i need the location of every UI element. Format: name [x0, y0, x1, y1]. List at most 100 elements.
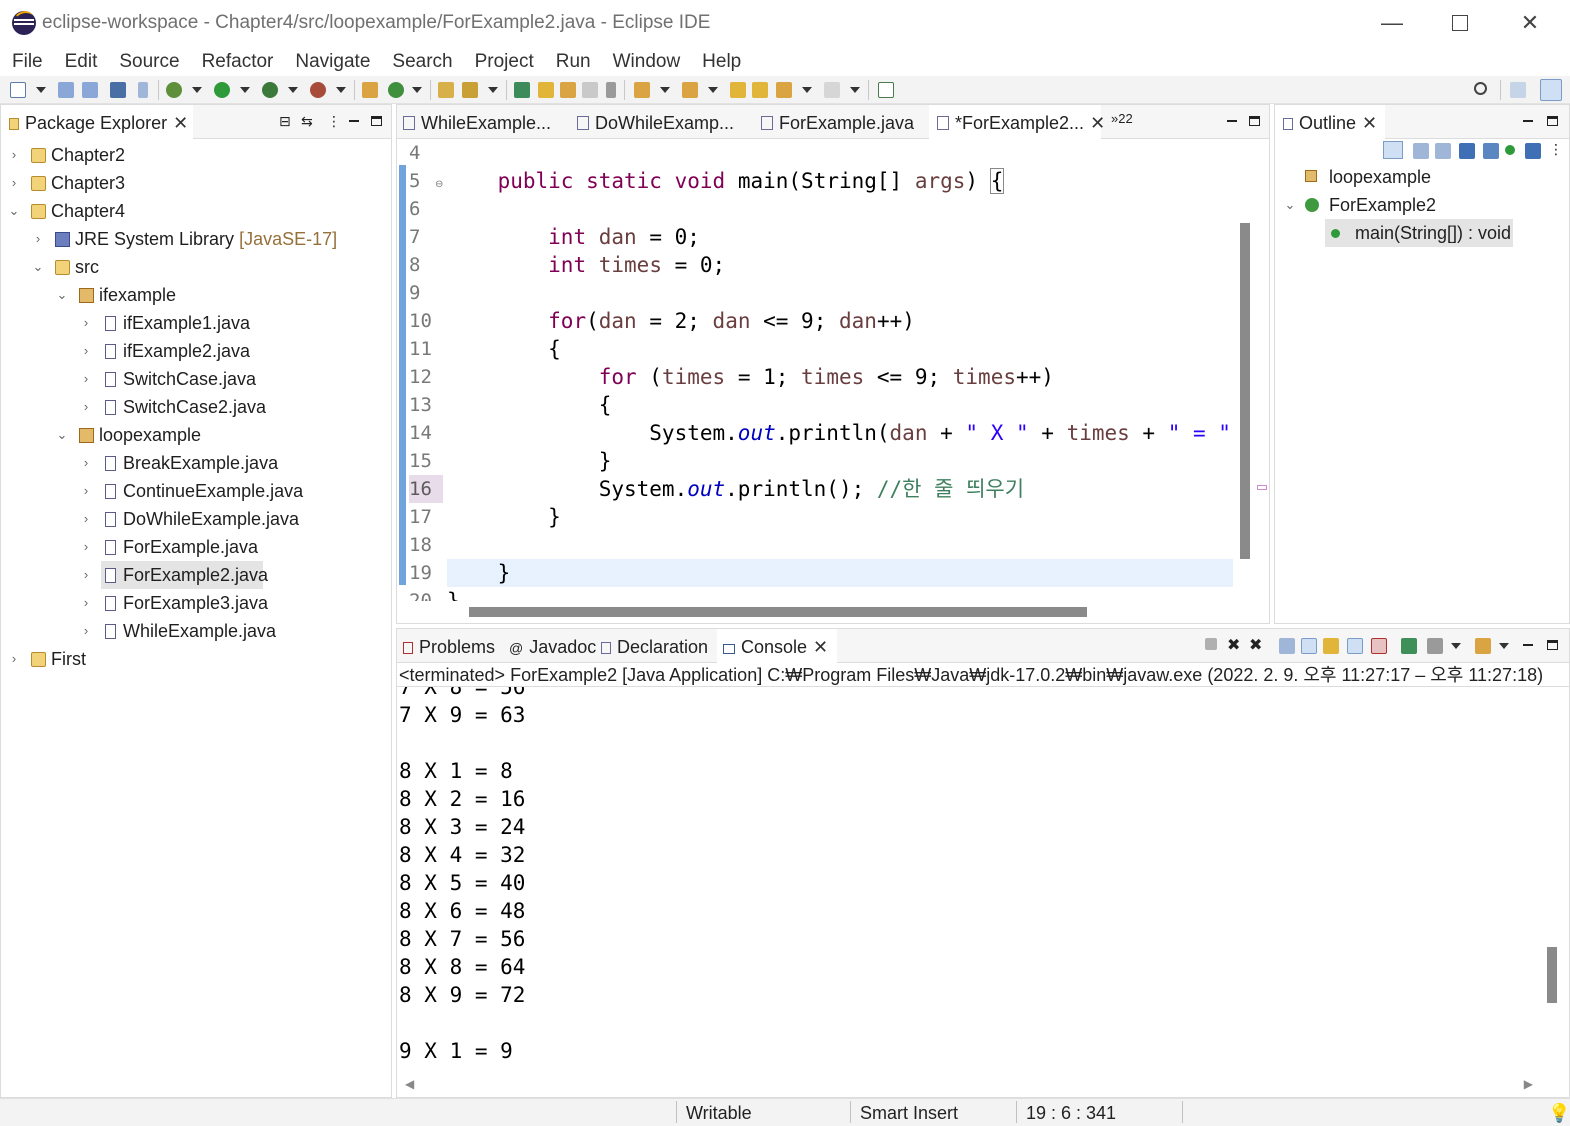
horizontal-scrollbar-thumb[interactable]	[469, 607, 1087, 617]
forward-edit-icon[interactable]	[752, 82, 768, 98]
tree-item-loopexample[interactable]: ⌄ loopexample	[1, 421, 391, 449]
new-java-package-icon[interactable]	[362, 82, 378, 98]
scroll-right-icon[interactable]: ▶	[1524, 1077, 1533, 1091]
tree-item-chapter4[interactable]: ⌄ Chapter4	[1, 197, 391, 225]
new-dropdown-icon[interactable]	[36, 87, 46, 93]
expand-icon[interactable]: ›	[31, 225, 45, 253]
expand-icon[interactable]: ›	[7, 645, 21, 673]
tree-item-chapter2[interactable]: › Chapter2	[1, 141, 391, 169]
tree-item-jre-library[interactable]: › JRE System Library [JavaSE-17]	[1, 225, 391, 253]
external-tools-dropdown-icon[interactable]	[336, 87, 346, 93]
debug-icon[interactable]	[166, 82, 182, 98]
outline-item-method[interactable]: main(String[]) : void	[1275, 219, 1569, 247]
annotation-icon[interactable]	[514, 82, 530, 98]
code-editor[interactable]: 4 5 6 7 8 9 10 11 12 13 14 15 16 17 18 1…	[397, 139, 1269, 623]
tab-dowhile-example[interactable]: DoWhileExamp...	[577, 105, 734, 139]
mark-occurrences-icon[interactable]	[538, 82, 554, 98]
tab-problems[interactable]: Problems	[403, 629, 495, 663]
expand-icon[interactable]: ›	[7, 169, 21, 197]
menu-run[interactable]: Run	[545, 48, 602, 76]
display-console-dropdown-icon[interactable]	[1451, 643, 1461, 649]
run-dropdown-icon[interactable]	[240, 87, 250, 93]
pin-console-icon[interactable]	[1401, 638, 1417, 654]
tab-overflow-button[interactable]: »22	[1111, 105, 1133, 139]
remove-launch-icon[interactable]: ✖	[1227, 635, 1240, 655]
tree-item-file-selected[interactable]: › ForExample2.java	[1, 561, 391, 589]
maximize-view-button[interactable]	[1547, 113, 1558, 129]
tab-package-explorer[interactable]: Package Explorer ✕	[1, 105, 193, 139]
sort-members-icon[interactable]	[1435, 143, 1451, 159]
run-icon[interactable]	[214, 82, 230, 98]
vertical-scrollbar[interactable]	[1237, 139, 1253, 599]
close-button[interactable]: ✕	[1515, 8, 1545, 38]
open-console-dropdown-icon[interactable]	[1499, 643, 1509, 649]
menu-file[interactable]: File	[0, 48, 54, 76]
tab-outline[interactable]: Outline ✕	[1275, 105, 1385, 139]
minimize-view-button[interactable]	[1523, 637, 1533, 653]
tab-javadoc[interactable]: @ Javadoc	[509, 629, 596, 663]
back-dropdown-icon[interactable]	[802, 87, 812, 93]
menu-help[interactable]: Help	[691, 48, 752, 76]
minimize-button[interactable]: —	[1377, 8, 1407, 38]
expand-icon[interactable]: ›	[79, 393, 93, 421]
tree-item-src[interactable]: ⌄ src	[1, 253, 391, 281]
next-annotation-icon[interactable]	[634, 82, 650, 98]
clear-console-icon[interactable]	[1279, 638, 1295, 654]
next-annotation-dropdown-icon[interactable]	[660, 87, 670, 93]
menu-window[interactable]: Window	[602, 48, 692, 76]
show-whitespace-icon[interactable]	[606, 82, 616, 98]
tree-item-file[interactable]: › ForExample3.java	[1, 589, 391, 617]
tree-item-file[interactable]: › DoWhileExample.java	[1, 505, 391, 533]
expand-icon[interactable]: ›	[79, 533, 93, 561]
expand-icon[interactable]: ›	[79, 561, 93, 589]
pin-editor-icon[interactable]	[878, 82, 894, 98]
tree-item-file[interactable]: › SwitchCase.java	[1, 365, 391, 393]
search-icon[interactable]	[1474, 82, 1487, 95]
word-wrap-icon[interactable]	[560, 82, 576, 98]
tab-console[interactable]: Console ✕	[717, 629, 837, 663]
show-stdout-icon[interactable]	[1347, 638, 1363, 654]
minimize-view-button[interactable]	[1227, 113, 1237, 129]
back-icon[interactable]	[776, 82, 792, 98]
show-stderr-icon[interactable]	[1371, 638, 1387, 654]
collapse-all-icon[interactable]: ⊟	[279, 113, 291, 130]
terminal-icon[interactable]	[110, 82, 126, 98]
outline-item-package[interactable]: loopexample	[1275, 163, 1569, 191]
tree-item-file[interactable]: › BreakExample.java	[1, 449, 391, 477]
minimize-view-button[interactable]	[349, 113, 359, 129]
console-scrollbar-thumb[interactable]	[1547, 947, 1557, 1003]
skip-breakpoints-icon[interactable]	[138, 82, 148, 98]
close-tab-icon[interactable]: ✕	[1090, 113, 1105, 133]
new-class-dropdown-icon[interactable]	[412, 87, 422, 93]
tab-while-example[interactable]: WhileExample...	[403, 105, 551, 139]
open-perspective-icon[interactable]	[1510, 82, 1526, 98]
hide-fields-icon[interactable]	[1459, 143, 1475, 159]
display-console-icon[interactable]	[1427, 638, 1443, 654]
task-dropdown-icon[interactable]	[488, 87, 498, 93]
outline-item-class[interactable]: ⌄ ForExample2	[1275, 191, 1569, 219]
save-all-icon[interactable]	[82, 82, 98, 98]
tip-lightbulb-icon[interactable]: 💡	[1548, 1101, 1570, 1125]
link-with-editor-icon[interactable]: ⇆	[301, 113, 313, 130]
menu-project[interactable]: Project	[464, 48, 545, 76]
tree-item-file[interactable]: › ifExample2.java	[1, 337, 391, 365]
console-output[interactable]: 7 X 8 = 56 7 X 9 = 63 8 X 1 = 8 8 X 2 = …	[399, 687, 1539, 1073]
collapse-icon[interactable]: ⌄	[1283, 191, 1297, 219]
previous-annotation-icon[interactable]	[682, 82, 698, 98]
tree-item-file[interactable]: › ForExample.java	[1, 533, 391, 561]
overview-ruler-marker[interactable]	[1257, 485, 1267, 490]
debug-dropdown-icon[interactable]	[192, 87, 202, 93]
tree-item-chapter3[interactable]: › Chapter3	[1, 169, 391, 197]
coverage-dropdown-icon[interactable]	[288, 87, 298, 93]
maximize-button[interactable]	[1445, 8, 1475, 38]
collapse-icon[interactable]: ⌄	[7, 197, 21, 225]
maximize-view-button[interactable]	[1547, 637, 1558, 653]
menu-refactor[interactable]: Refactor	[191, 48, 285, 76]
close-tab-icon[interactable]: ✕	[813, 637, 828, 657]
collapse-all-icon[interactable]	[1413, 143, 1429, 159]
terminate-icon[interactable]	[1205, 638, 1217, 650]
word-wrap-icon[interactable]	[1323, 638, 1339, 654]
view-menu-icon[interactable]: ⋮	[327, 113, 341, 130]
tree-item-file[interactable]: › ContinueExample.java	[1, 477, 391, 505]
external-tools-icon[interactable]	[310, 82, 326, 98]
